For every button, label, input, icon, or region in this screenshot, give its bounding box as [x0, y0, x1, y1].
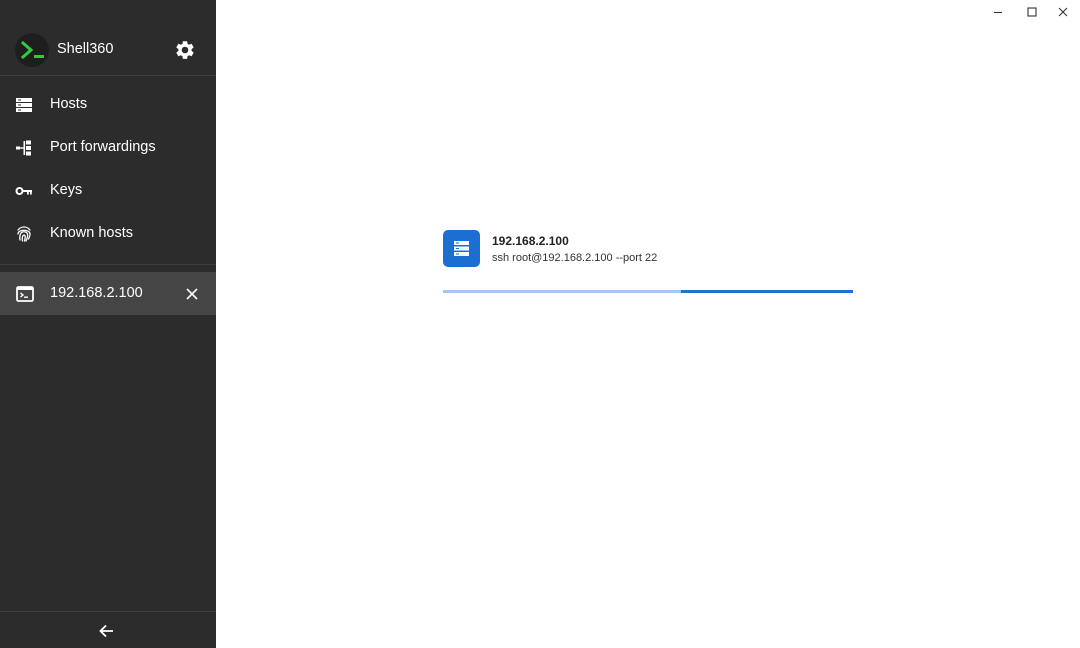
fingerprint-icon — [17, 226, 31, 242]
server-icon — [443, 230, 480, 267]
window-close-icon[interactable] — [1055, 4, 1071, 20]
sidebar-item-port-forwardings[interactable]: Port forwardings — [0, 126, 216, 169]
connection-progress-bar — [443, 290, 853, 293]
close-session-icon[interactable] — [183, 285, 201, 303]
brand-header: Shell360 — [0, 0, 216, 76]
sidebar-divider — [0, 264, 216, 265]
connection-host: 192.168.2.100 — [492, 234, 569, 248]
sidebar-footer — [0, 611, 216, 648]
sidebar-item-label: Port forwardings — [50, 139, 156, 155]
minimize-icon[interactable] — [990, 4, 1006, 20]
sidebar-item-keys[interactable]: Keys — [0, 169, 216, 212]
terminal-icon — [16, 286, 34, 302]
sidebar-item-hosts[interactable]: Hosts — [0, 83, 216, 126]
sidebar-item-label: Hosts — [50, 96, 88, 112]
hosts-icon — [16, 98, 32, 112]
progress-fill — [680, 290, 853, 293]
settings-gear-icon[interactable] — [174, 39, 196, 61]
sidebar-item-label: Keys — [50, 182, 83, 198]
maximize-icon[interactable] — [1024, 4, 1040, 20]
key-icon — [15, 187, 32, 195]
session-tab[interactable]: 192.168.2.100 — [0, 272, 216, 315]
session-label: 192.168.2.100 — [50, 285, 143, 301]
connection-command: ssh root@192.168.2.100 --port 22 — [492, 252, 658, 264]
sidebar-item-label: Known hosts — [50, 225, 134, 241]
arrow-left-icon[interactable] — [97, 621, 117, 641]
port-forwarding-icon — [16, 140, 31, 156]
app-name: Shell360 — [57, 41, 114, 57]
sidebar: Shell360 Hosts Port forwardings Keys Kno… — [0, 0, 216, 648]
sidebar-item-known-hosts[interactable]: Known hosts — [0, 212, 216, 255]
app-window: Shell360 Hosts Port forwardings Keys Kno… — [0, 0, 1080, 648]
terminal-logo-icon — [15, 33, 49, 67]
connection-status: 192.168.2.100 ssh root@192.168.2.100 --p… — [443, 230, 853, 294]
